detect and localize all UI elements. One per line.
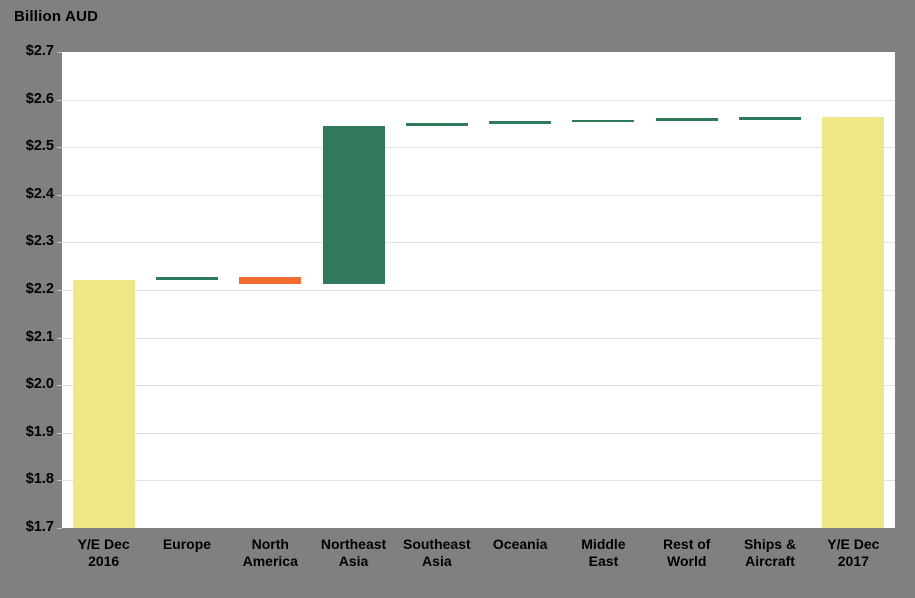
x-axis-label: Y/E Dec 2017 (827, 536, 880, 570)
x-axis-label: Rest of World (663, 536, 711, 570)
gridline (62, 147, 895, 149)
y-axis-tick-label: $2.4 (25, 185, 54, 202)
x-axis-label: North America (242, 536, 298, 570)
bar-rest-of-world[interactable] (655, 118, 718, 121)
x-axis-label: Y/E Dec 2016 (77, 536, 130, 570)
bar-southeast-asia[interactable] (405, 123, 468, 126)
gridline (62, 99, 895, 101)
y-axis-tick-label: $2.7 (25, 43, 54, 59)
bar-northeast-asia[interactable] (322, 125, 385, 285)
y-axis-tick-label: $2.2 (25, 281, 54, 297)
bar-y-e-dec-2016[interactable] (72, 280, 135, 528)
y-axis-tick-label: $1.7 (25, 519, 54, 535)
y-axis-tick-label: $2.5 (25, 138, 54, 155)
waterfall-chart: Billion AUD $2.7 $2.6 $2.5 $2.4 $2.3 $2.2 $2.1… (0, 0, 915, 598)
gridline (62, 52, 895, 53)
bar-ships-aircraft[interactable] (739, 117, 802, 120)
bar-oceania[interactable] (489, 121, 552, 124)
y-axis-tick-label: $1.9 (25, 423, 54, 440)
gridline (62, 194, 895, 196)
bar-middle-east[interactable] (572, 119, 635, 123)
x-axis-label: Oceania (492, 536, 548, 552)
gridline (62, 242, 895, 244)
bar-north-america[interactable] (239, 276, 302, 285)
y-axis-tick-label: $2.1 (25, 328, 54, 345)
bar-y-e-dec-2017[interactable] (822, 117, 885, 528)
y-axis-tick-label: $1.8 (25, 471, 54, 488)
gridline (62, 432, 895, 434)
x-axis-label: Ships & Aircraft (743, 536, 797, 570)
y-axis-tick-label: $2.3 (25, 233, 54, 250)
gridline (62, 480, 895, 482)
y-axis-tick-label: $2.6 (25, 90, 54, 107)
y-axis-tick-label: $2.0 (25, 376, 54, 393)
gridline (62, 337, 895, 339)
chart-title: Billion AUD (14, 8, 99, 25)
bar-europe[interactable] (155, 276, 218, 281)
x-axis-label: Southeast Asia (402, 536, 471, 570)
x-axis-label: Middle East (581, 536, 626, 570)
plot-area (62, 52, 895, 528)
x-axis-label: Europe (162, 536, 212, 552)
x-axis-label: Northeast Asia (320, 536, 387, 570)
gridline (62, 385, 895, 387)
y-axis-tick (57, 528, 62, 529)
gridline (62, 290, 895, 291)
